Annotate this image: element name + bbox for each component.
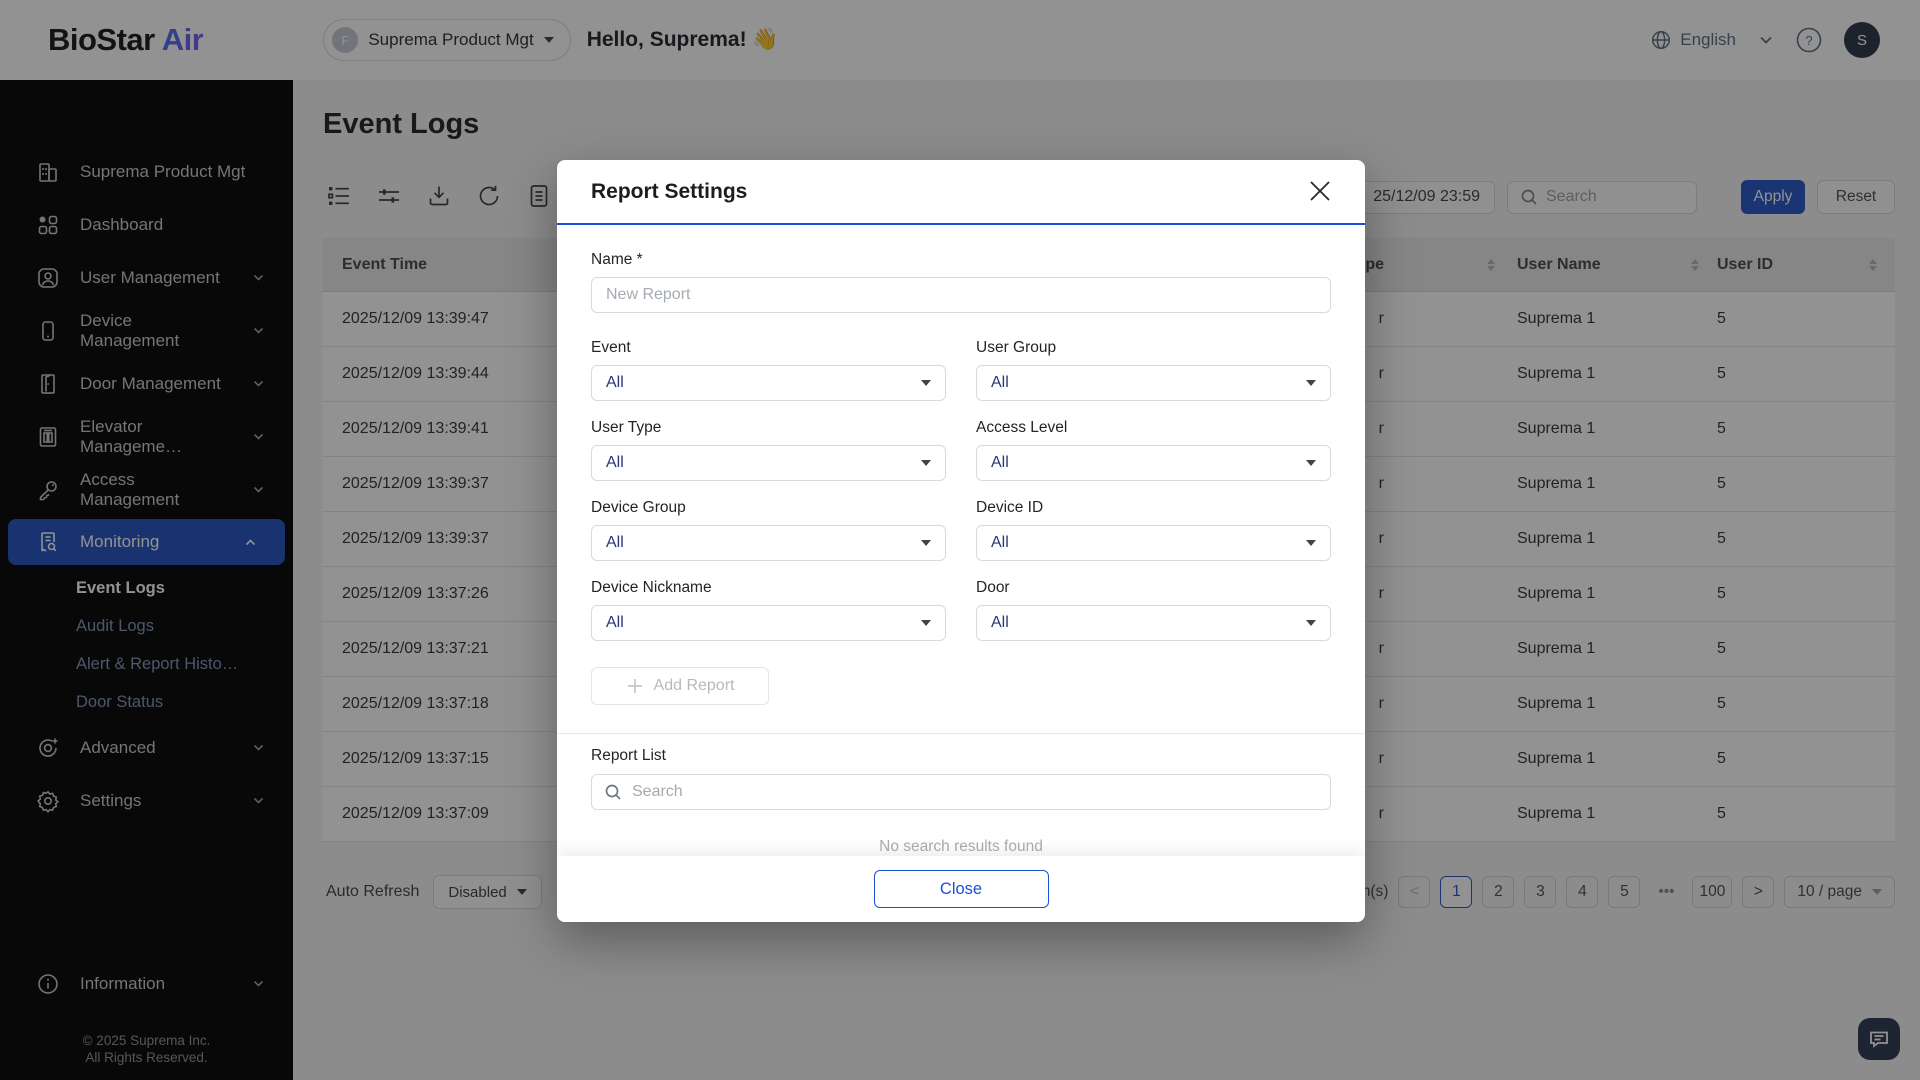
chevron-down-icon <box>1306 380 1316 386</box>
empty-results-message: No search results found <box>879 838 1043 855</box>
chevron-down-icon <box>1306 540 1316 546</box>
field-label: Access Level <box>976 419 1068 436</box>
select-value: All <box>991 614 1009 631</box>
close-button[interactable]: Close <box>873 870 1049 908</box>
name-label: Name * <box>591 251 643 268</box>
user-group-select[interactable]: All <box>976 365 1331 401</box>
add-report-button[interactable]: Add Report <box>591 667 769 705</box>
field-label: User Type <box>591 419 662 436</box>
field-door: Door All <box>976 579 1331 641</box>
chevron-down-icon <box>1306 460 1316 466</box>
report-list-search-input[interactable] <box>632 783 1318 801</box>
modal-footer: Close <box>557 856 1365 922</box>
chevron-down-icon <box>921 540 931 546</box>
device-group-select[interactable]: All <box>591 525 946 561</box>
field-label: Door <box>976 579 1010 596</box>
field-label: User Group <box>976 339 1057 356</box>
select-value: All <box>606 454 624 471</box>
modal-body: Name * Event All User Group All User Typ… <box>557 225 1365 810</box>
field-user-group: User Group All <box>976 339 1331 401</box>
report-name-input[interactable] <box>591 277 1331 313</box>
field-access-level: Access Level All <box>976 419 1331 481</box>
select-value: All <box>606 614 624 631</box>
user-type-select[interactable]: All <box>591 445 946 481</box>
chevron-down-icon <box>921 380 931 386</box>
field-label: Device Group <box>591 499 686 516</box>
device-nickname-select[interactable]: All <box>591 605 946 641</box>
search-icon <box>605 784 621 800</box>
report-list-search <box>591 774 1331 810</box>
select-value: All <box>606 374 624 391</box>
report-settings-modal: Report Settings Name * Event All User Gr… <box>557 160 1365 922</box>
biostar-air-app: BioStar Air F Suprema Product Mgt Hello, … <box>0 0 1920 1080</box>
event-select[interactable]: All <box>591 365 946 401</box>
select-value: All <box>606 534 624 551</box>
field-label: Event <box>591 339 631 356</box>
chevron-down-icon <box>921 620 931 626</box>
add-report-label: Add Report <box>653 677 735 694</box>
modal-header: Report Settings <box>557 160 1365 225</box>
chevron-down-icon <box>921 460 931 466</box>
modal-divider <box>557 733 1365 734</box>
select-value: All <box>991 534 1009 551</box>
door-select[interactable]: All <box>976 605 1331 641</box>
field-label: Device ID <box>976 499 1044 516</box>
device-id-select[interactable]: All <box>976 525 1331 561</box>
report-list-label: Report List <box>591 747 666 764</box>
filter-grid: Event All User Group All User Type All A… <box>591 339 1331 641</box>
modal-title: Report Settings <box>591 179 748 203</box>
field-device-id: Device ID All <box>976 499 1331 561</box>
plus-icon <box>627 679 642 693</box>
field-device-group: Device Group All <box>591 499 946 561</box>
field-event: Event All <box>591 339 946 401</box>
access-level-select[interactable]: All <box>976 445 1331 481</box>
field-label: Device Nickname <box>591 579 712 596</box>
field-device-nickname: Device Nickname All <box>591 579 946 641</box>
field-user-type: User Type All <box>591 419 946 481</box>
chevron-down-icon <box>1306 620 1316 626</box>
close-icon[interactable] <box>1305 177 1335 207</box>
select-value: All <box>991 454 1009 471</box>
select-value: All <box>991 374 1009 391</box>
